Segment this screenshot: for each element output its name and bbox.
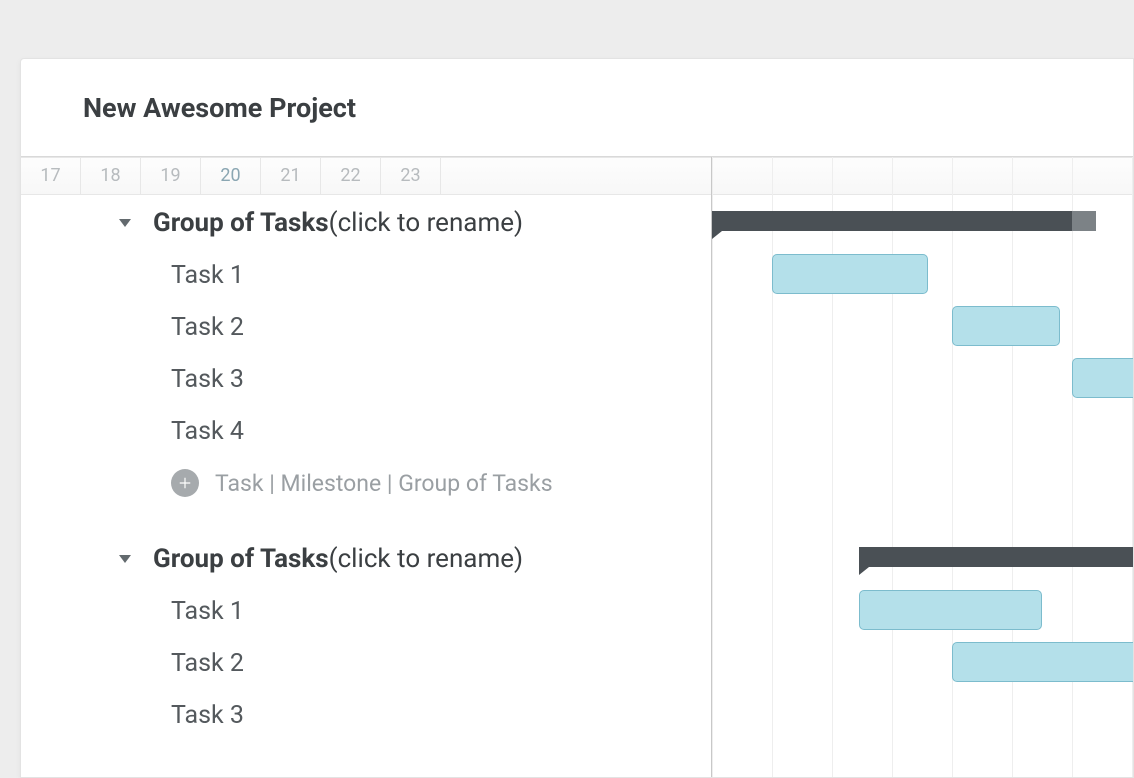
add-item-row[interactable]: Task | Milestone | Group of Tasks bbox=[21, 457, 711, 509]
group-bar[interactable] bbox=[859, 547, 1133, 567]
chevron-down-icon[interactable] bbox=[119, 555, 131, 563]
task-row[interactable]: Task 3 bbox=[21, 689, 711, 741]
top-bar: New Awesome Project bbox=[21, 59, 1133, 157]
group-rename-hint[interactable]: (click to rename) bbox=[329, 208, 523, 238]
chevron-down-icon[interactable] bbox=[119, 219, 131, 227]
group-header[interactable]: Group of Tasks (click to rename) bbox=[21, 197, 711, 249]
group-bar-row bbox=[712, 197, 1133, 249]
group-label[interactable]: Group of Tasks bbox=[153, 544, 329, 574]
task-bar[interactable] bbox=[1072, 358, 1133, 398]
task-bar-row bbox=[712, 637, 1133, 689]
group-bar-row bbox=[712, 533, 1133, 585]
timeline-panel[interactable] bbox=[712, 157, 1133, 777]
task-bar-row bbox=[712, 405, 1133, 457]
app-frame: New Awesome Project 17181920212223 Group… bbox=[20, 58, 1134, 778]
timeline-bars bbox=[712, 197, 1133, 741]
task-bar[interactable] bbox=[952, 306, 1060, 346]
task-row[interactable]: Task 1 bbox=[21, 585, 711, 637]
add-item-label: Task | Milestone | Group of Tasks bbox=[215, 470, 553, 497]
task-row[interactable]: Task 2 bbox=[21, 301, 711, 353]
task-list-panel: Group of Tasks (click to rename)Task 1Ta… bbox=[21, 157, 712, 777]
project-title-cell[interactable]: New Awesome Project bbox=[21, 59, 712, 156]
group-header[interactable]: Group of Tasks (click to rename) bbox=[21, 533, 711, 585]
task-bar-row bbox=[712, 301, 1133, 353]
task-bar-row bbox=[712, 249, 1133, 301]
task-bar[interactable] bbox=[772, 254, 928, 294]
task-bar-row bbox=[712, 353, 1133, 405]
group-bar-cap bbox=[1072, 211, 1096, 231]
task-bar[interactable] bbox=[952, 642, 1133, 682]
task-bar[interactable] bbox=[859, 590, 1042, 630]
task-bar-row bbox=[712, 689, 1133, 741]
group-rename-hint[interactable]: (click to rename) bbox=[329, 544, 523, 574]
task-row[interactable]: Task 4 bbox=[21, 405, 711, 457]
task-row[interactable]: Task 3 bbox=[21, 353, 711, 405]
plus-icon[interactable] bbox=[171, 469, 199, 497]
group-bar[interactable] bbox=[712, 211, 1072, 231]
group-label[interactable]: Group of Tasks bbox=[153, 208, 329, 238]
project-title[interactable]: New Awesome Project bbox=[83, 92, 356, 124]
task-row[interactable]: Task 2 bbox=[21, 637, 711, 689]
task-bar-row bbox=[712, 585, 1133, 637]
task-row[interactable]: Task 1 bbox=[21, 249, 711, 301]
